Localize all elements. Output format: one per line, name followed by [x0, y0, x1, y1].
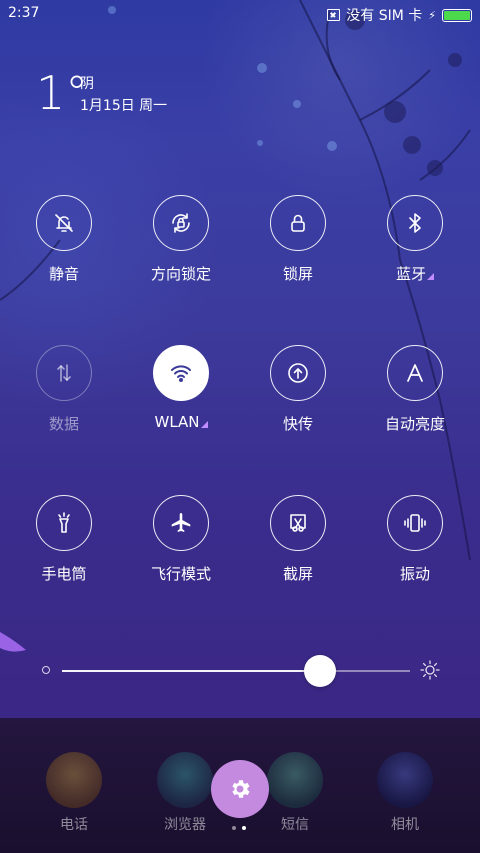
more-indicator-icon: [200, 421, 208, 428]
more-indicator-icon: [427, 273, 434, 280]
dock-app-phone[interactable]: 电话: [24, 752, 124, 834]
browser-app-icon: [157, 752, 213, 808]
toggle-bluetooth[interactable]: 蓝牙: [360, 195, 470, 284]
toggle-label: 方向锁定: [150, 265, 211, 283]
toggle-label: 振动: [399, 565, 430, 583]
charging-icon: ⚡: [428, 8, 436, 22]
page-dot: [232, 826, 236, 830]
toggle-circle[interactable]: [270, 345, 326, 401]
toggle-auto-brightness[interactable]: 自动亮度: [360, 345, 470, 434]
brightness-thumb[interactable]: [303, 655, 336, 687]
messages-app-icon: [267, 752, 323, 808]
toggle-quick-transfer[interactable]: 快传: [243, 345, 353, 434]
toggle-circle[interactable]: [153, 495, 209, 551]
mobile-data-icon: [57, 364, 71, 382]
toggle-rotation-lock[interactable]: 方向锁定: [126, 195, 236, 284]
app-label: 浏览器: [164, 817, 206, 833]
toggle-circle[interactable]: [387, 195, 443, 251]
status-indicators: 没有 SIM 卡 ⚡: [327, 5, 472, 25]
toggle-label-text: WLAN: [154, 413, 200, 431]
battery-level: [444, 10, 470, 20]
flashlight-icon: [58, 512, 70, 533]
toggle-label: 自动亮度: [384, 415, 445, 433]
wifi-icon: [171, 365, 191, 382]
brightness-slider[interactable]: [0, 650, 480, 690]
toggle-circle[interactable]: [153, 195, 209, 251]
camera-app-icon: [377, 752, 433, 808]
vibrate-icon: [404, 514, 426, 532]
toggle-circle[interactable]: [387, 345, 443, 401]
brightness-track[interactable]: [62, 670, 410, 672]
toggle-label: 手电筒: [41, 565, 87, 583]
toggle-flashlight[interactable]: 手电筒: [9, 495, 119, 584]
toggle-lock-screen[interactable]: 锁屏: [243, 195, 353, 284]
app-label: 电话: [60, 817, 88, 833]
date-text: 1月15日 周一: [80, 98, 168, 114]
toggle-circle[interactable]: [270, 195, 326, 251]
toggle-label-text: 蓝牙: [395, 265, 426, 283]
toggle-label: 锁屏: [282, 265, 313, 283]
page-dot-active: [242, 826, 246, 830]
no-sim-icon: [327, 9, 341, 21]
auto-brightness-icon: [407, 364, 423, 382]
toggle-circle[interactable]: [270, 495, 326, 551]
clock: 2:37: [8, 5, 40, 21]
dock-app-camera[interactable]: 相机: [355, 752, 455, 834]
toggle-silent[interactable]: 静音: [9, 195, 119, 284]
brightness-fill: [62, 670, 320, 672]
screenshot-icon: [290, 514, 306, 532]
bluetooth-icon: [409, 213, 421, 233]
sim-status-text: 没有 SIM 卡: [346, 8, 423, 24]
upload-icon: [288, 363, 308, 383]
toggle-label: 数据: [48, 415, 79, 433]
toggle-label: 快传: [282, 415, 313, 433]
toggle-label: 飞行模式: [150, 565, 211, 583]
status-bar: 2:37 没有 SIM 卡 ⚡: [0, 0, 480, 28]
toggle-circle[interactable]: [36, 195, 92, 251]
control-center-panel: 2:37 没有 SIM 卡 ⚡ 1° 阴 1月15日 周一 静音 方向锁定 锁屏: [0, 0, 480, 718]
battery-icon: [442, 8, 472, 22]
toggle-label: 截屏: [282, 565, 313, 583]
airplane-icon: [171, 513, 191, 532]
toggle-circle[interactable]: [36, 495, 92, 551]
toggle-wlan[interactable]: WLAN: [126, 345, 236, 431]
app-label: 短信: [281, 817, 309, 833]
brightness-low-icon: [42, 666, 50, 674]
toggle-label: WLAN: [126, 413, 236, 431]
page-indicator: [232, 826, 246, 830]
toggle-label: 蓝牙: [360, 263, 470, 284]
lock-icon: [291, 214, 305, 232]
toggle-label: 静音: [48, 265, 79, 283]
brightness-high-icon: [420, 660, 440, 680]
app-label: 相机: [391, 817, 419, 833]
toggle-circle[interactable]: [36, 345, 92, 401]
toggle-screenshot[interactable]: 截屏: [243, 495, 353, 584]
rotation-lock-icon: [172, 213, 190, 233]
toggle-vibrate[interactable]: 振动: [360, 495, 470, 584]
gear-icon: [232, 780, 250, 798]
toggle-airplane-mode[interactable]: 飞行模式: [126, 495, 236, 584]
settings-button[interactable]: [211, 760, 269, 818]
toggle-circle[interactable]: [153, 345, 209, 401]
toggle-mobile-data[interactable]: 数据: [9, 345, 119, 434]
bell-off-icon: [55, 214, 73, 232]
toggle-circle[interactable]: [387, 495, 443, 551]
phone-app-icon: [46, 752, 102, 808]
weather-condition: 阴: [80, 76, 94, 92]
